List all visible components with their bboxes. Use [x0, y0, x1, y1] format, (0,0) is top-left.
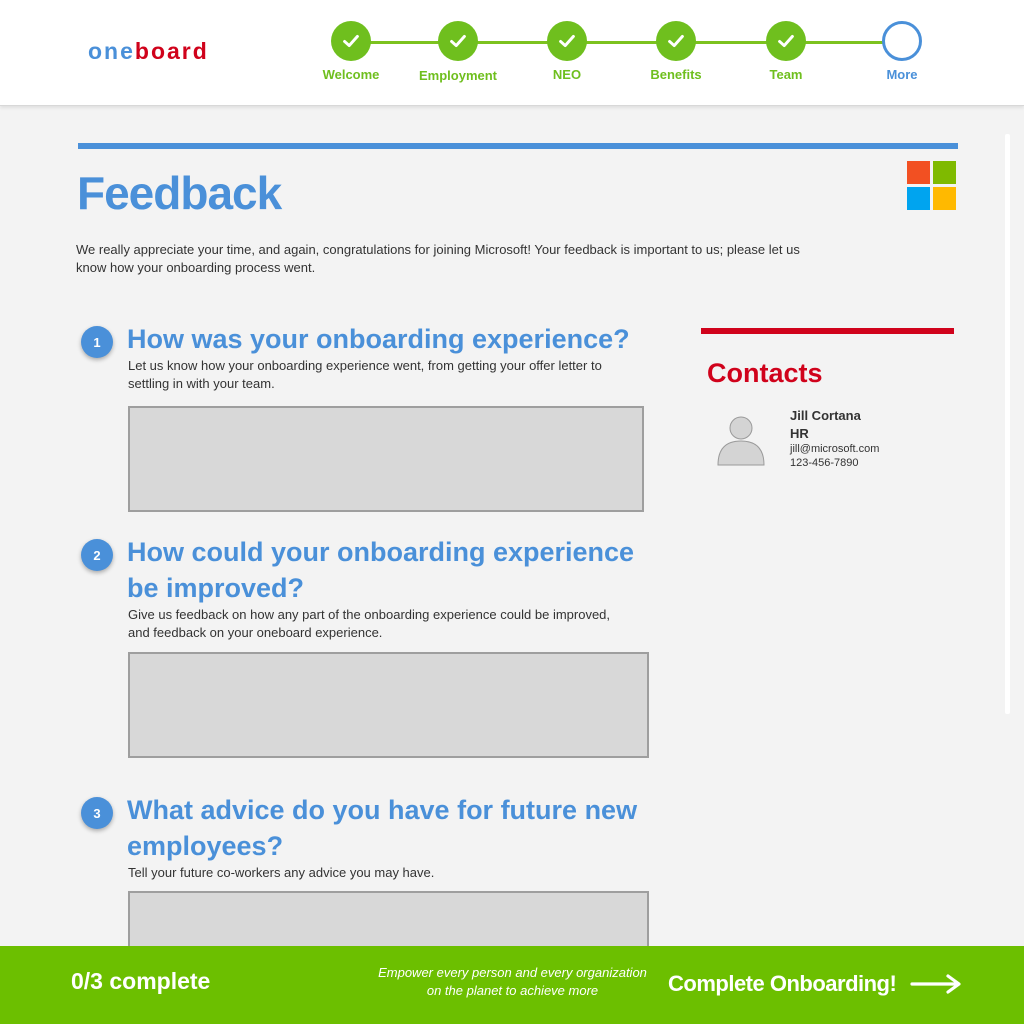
- arrow-right-icon: [910, 974, 961, 994]
- contact-role: HR: [790, 426, 809, 441]
- top-header: oneboard Welcome Employment NEO Benefits…: [0, 0, 1024, 106]
- scrollbar[interactable]: [1005, 134, 1010, 714]
- step-more[interactable]: More: [842, 21, 962, 82]
- step-label: NEO: [552, 67, 582, 82]
- question-description: Let us know how your onboarding experien…: [128, 358, 602, 391]
- person-icon: [717, 412, 765, 468]
- checkmark-icon: [438, 21, 478, 61]
- mission-tagline: Empower every person and every organizat…: [378, 965, 647, 998]
- checkmark-icon: [547, 21, 587, 61]
- page-title: Feedback: [77, 167, 282, 219]
- empty-circle-icon: [882, 21, 922, 61]
- contact-email[interactable]: jill@microsoft.com: [790, 443, 879, 455]
- step-label: More: [886, 67, 918, 82]
- title-divider: [78, 143, 958, 149]
- answer-textarea-1[interactable]: [128, 406, 644, 512]
- contact-phone: 123-456-7890: [790, 457, 859, 469]
- step-label: Welcome: [322, 67, 380, 82]
- checkmark-icon: [331, 21, 371, 61]
- step-label: Benefits: [650, 67, 702, 82]
- progress-counter: 0/3 complete: [71, 968, 211, 994]
- complete-onboarding-label: Complete Onboarding!: [668, 971, 897, 996]
- answer-textarea-2[interactable]: [128, 652, 649, 758]
- footer-bar: 0/3 complete Empower every person and ev…: [0, 946, 1024, 1024]
- logo-square-green: [933, 161, 956, 184]
- step-welcome[interactable]: Welcome: [291, 21, 411, 82]
- contacts-title: Contacts: [707, 358, 823, 388]
- onboarding-stepper: Welcome Employment NEO Benefits Team Mor…: [0, 0, 1024, 106]
- intro-text: We really appreciate your time, and agai…: [76, 242, 800, 275]
- question-description: Give us feedback on how any part of the …: [128, 607, 611, 640]
- logo-square-blue: [907, 187, 930, 210]
- question-title: What advice do you have for future new e…: [127, 795, 638, 861]
- logo-square-yellow: [933, 187, 956, 210]
- contacts-divider: [701, 328, 954, 334]
- question-number-badge: 2: [81, 539, 113, 571]
- step-neo[interactable]: NEO: [507, 21, 627, 82]
- question-number-badge: 3: [81, 797, 113, 829]
- complete-onboarding-button[interactable]: Complete Onboarding!: [668, 966, 962, 1002]
- step-label: Employment: [418, 68, 497, 83]
- question-description: Tell your future co-workers any advice y…: [128, 865, 435, 880]
- step-benefits[interactable]: Benefits: [616, 21, 736, 82]
- checkmark-icon: [766, 21, 806, 61]
- step-team[interactable]: Team: [726, 21, 846, 82]
- checkmark-icon: [656, 21, 696, 61]
- step-employment[interactable]: Employment: [398, 21, 518, 83]
- step-label: Team: [769, 67, 803, 82]
- microsoft-logo: [907, 161, 956, 210]
- contact-name: Jill Cortana: [790, 408, 861, 423]
- question-title: How could your onboarding experience be …: [127, 537, 635, 603]
- logo-square-red: [907, 161, 930, 184]
- question-number-badge: 1: [81, 326, 113, 358]
- question-title: How was your onboarding experience?: [127, 324, 630, 354]
